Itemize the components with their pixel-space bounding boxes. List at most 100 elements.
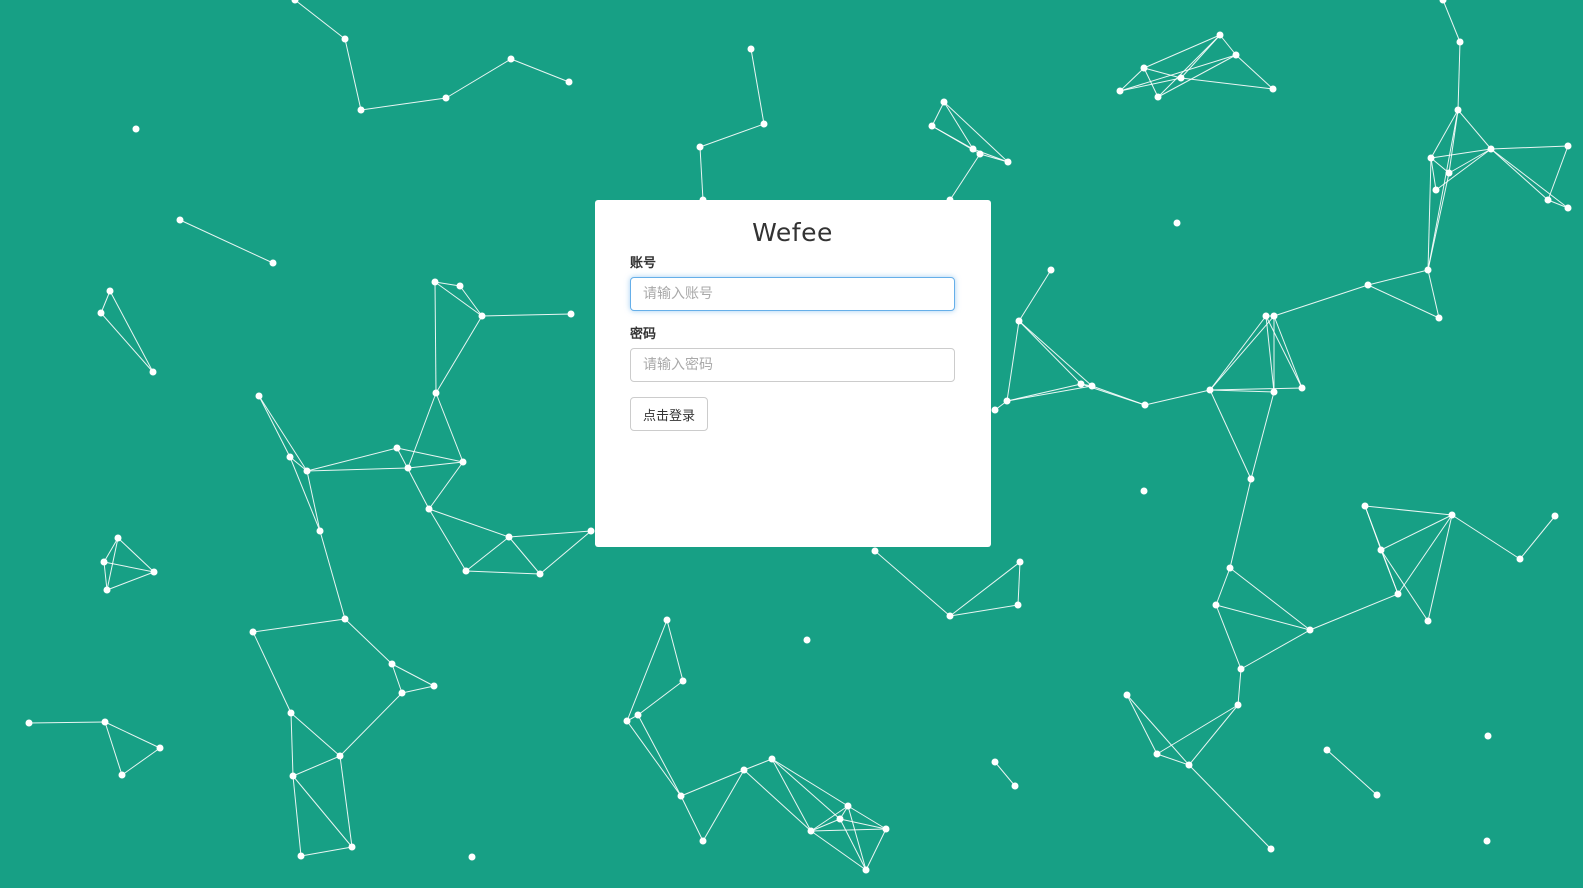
account-input[interactable] [630, 277, 955, 311]
network-dot [1516, 555, 1524, 563]
network-link [100, 312, 154, 373]
network-link [179, 219, 274, 264]
network-link [1188, 764, 1272, 850]
network-link [465, 570, 541, 575]
network-dot [118, 771, 126, 779]
network-link [994, 761, 1016, 787]
network-dot [156, 744, 164, 752]
network-link [1209, 389, 1275, 393]
network-dot [456, 282, 464, 290]
network-dot [1544, 196, 1552, 204]
login-button[interactable]: 点击登录 [630, 397, 709, 431]
network-link [1144, 389, 1211, 406]
network-dot [103, 586, 111, 594]
network-dot [388, 660, 396, 668]
network-link [435, 315, 483, 394]
network-link [1215, 567, 1231, 606]
network-link [292, 775, 353, 848]
network-dot [1212, 601, 1220, 609]
network-dot [106, 287, 114, 295]
network-link [100, 290, 111, 314]
network-dot [1361, 502, 1369, 510]
network-link [1380, 514, 1453, 551]
network-link [702, 769, 745, 842]
network-dot [303, 467, 311, 475]
network-link [1326, 749, 1378, 796]
network-link [1442, 0, 1461, 43]
network-dot [1373, 791, 1381, 799]
network-dot [1173, 219, 1181, 227]
network-link [103, 561, 108, 591]
network-dot [587, 527, 595, 535]
network-link [1143, 67, 1182, 79]
network-link [306, 447, 398, 472]
network-dot [150, 568, 158, 576]
network-dot [976, 150, 984, 158]
network-dot [100, 558, 108, 566]
network-dot [1445, 169, 1453, 177]
network-link [743, 769, 812, 832]
network-link [339, 692, 403, 757]
network-dot [1484, 732, 1492, 740]
network-link [1006, 383, 1082, 402]
network-link [1430, 157, 1437, 191]
network-link [1209, 389, 1252, 480]
network-dot [1232, 51, 1240, 59]
network-dot [398, 689, 406, 697]
network-dot [634, 711, 642, 719]
network-dot [1394, 590, 1402, 598]
network-link [1215, 604, 1242, 670]
network-dot [1298, 384, 1306, 392]
network-dot [1247, 475, 1255, 483]
network-link [771, 758, 841, 820]
network-link [1188, 704, 1239, 766]
network-link [258, 395, 308, 472]
network-dot [1323, 746, 1331, 754]
network-link [434, 281, 461, 287]
network-link [637, 714, 682, 797]
network-link [750, 48, 765, 125]
network-link [1457, 109, 1492, 150]
network-link [428, 508, 510, 538]
network-link [1427, 514, 1453, 622]
network-link [865, 828, 887, 871]
network-dot [699, 837, 707, 845]
network-dot [969, 145, 977, 153]
network-link [949, 561, 1021, 617]
network-link [306, 470, 321, 532]
network-dot [1267, 845, 1275, 853]
network-dot [1140, 487, 1148, 495]
network-link [1273, 284, 1369, 317]
network-dot [132, 125, 140, 133]
network-dot [928, 122, 936, 130]
network-dot [1424, 266, 1432, 274]
login-title: Wefee [752, 218, 833, 247]
network-dot [25, 719, 33, 727]
network-link [1427, 157, 1432, 271]
network-dot [348, 843, 356, 851]
network-link [306, 467, 409, 472]
network-link [626, 619, 668, 722]
network-link [839, 818, 887, 830]
network-link [949, 604, 1019, 617]
network-link [943, 101, 1009, 163]
network-dot [1153, 750, 1161, 758]
network-dot [663, 616, 671, 624]
network-link [1250, 391, 1275, 480]
network-dot [459, 458, 467, 466]
network-link [258, 395, 291, 458]
network-dot [1424, 617, 1432, 625]
network-dot [101, 718, 109, 726]
network-dot [1014, 601, 1022, 609]
network-link [290, 712, 294, 777]
network-dot [1116, 87, 1124, 95]
network-dot [357, 106, 365, 114]
network-dot [430, 682, 438, 690]
network-link [1018, 320, 1082, 385]
network-dot [1483, 837, 1491, 845]
network-link [1367, 269, 1429, 286]
network-dot [336, 752, 344, 760]
network-link [294, 0, 346, 40]
password-input[interactable] [630, 348, 955, 382]
network-dot [1551, 512, 1559, 520]
